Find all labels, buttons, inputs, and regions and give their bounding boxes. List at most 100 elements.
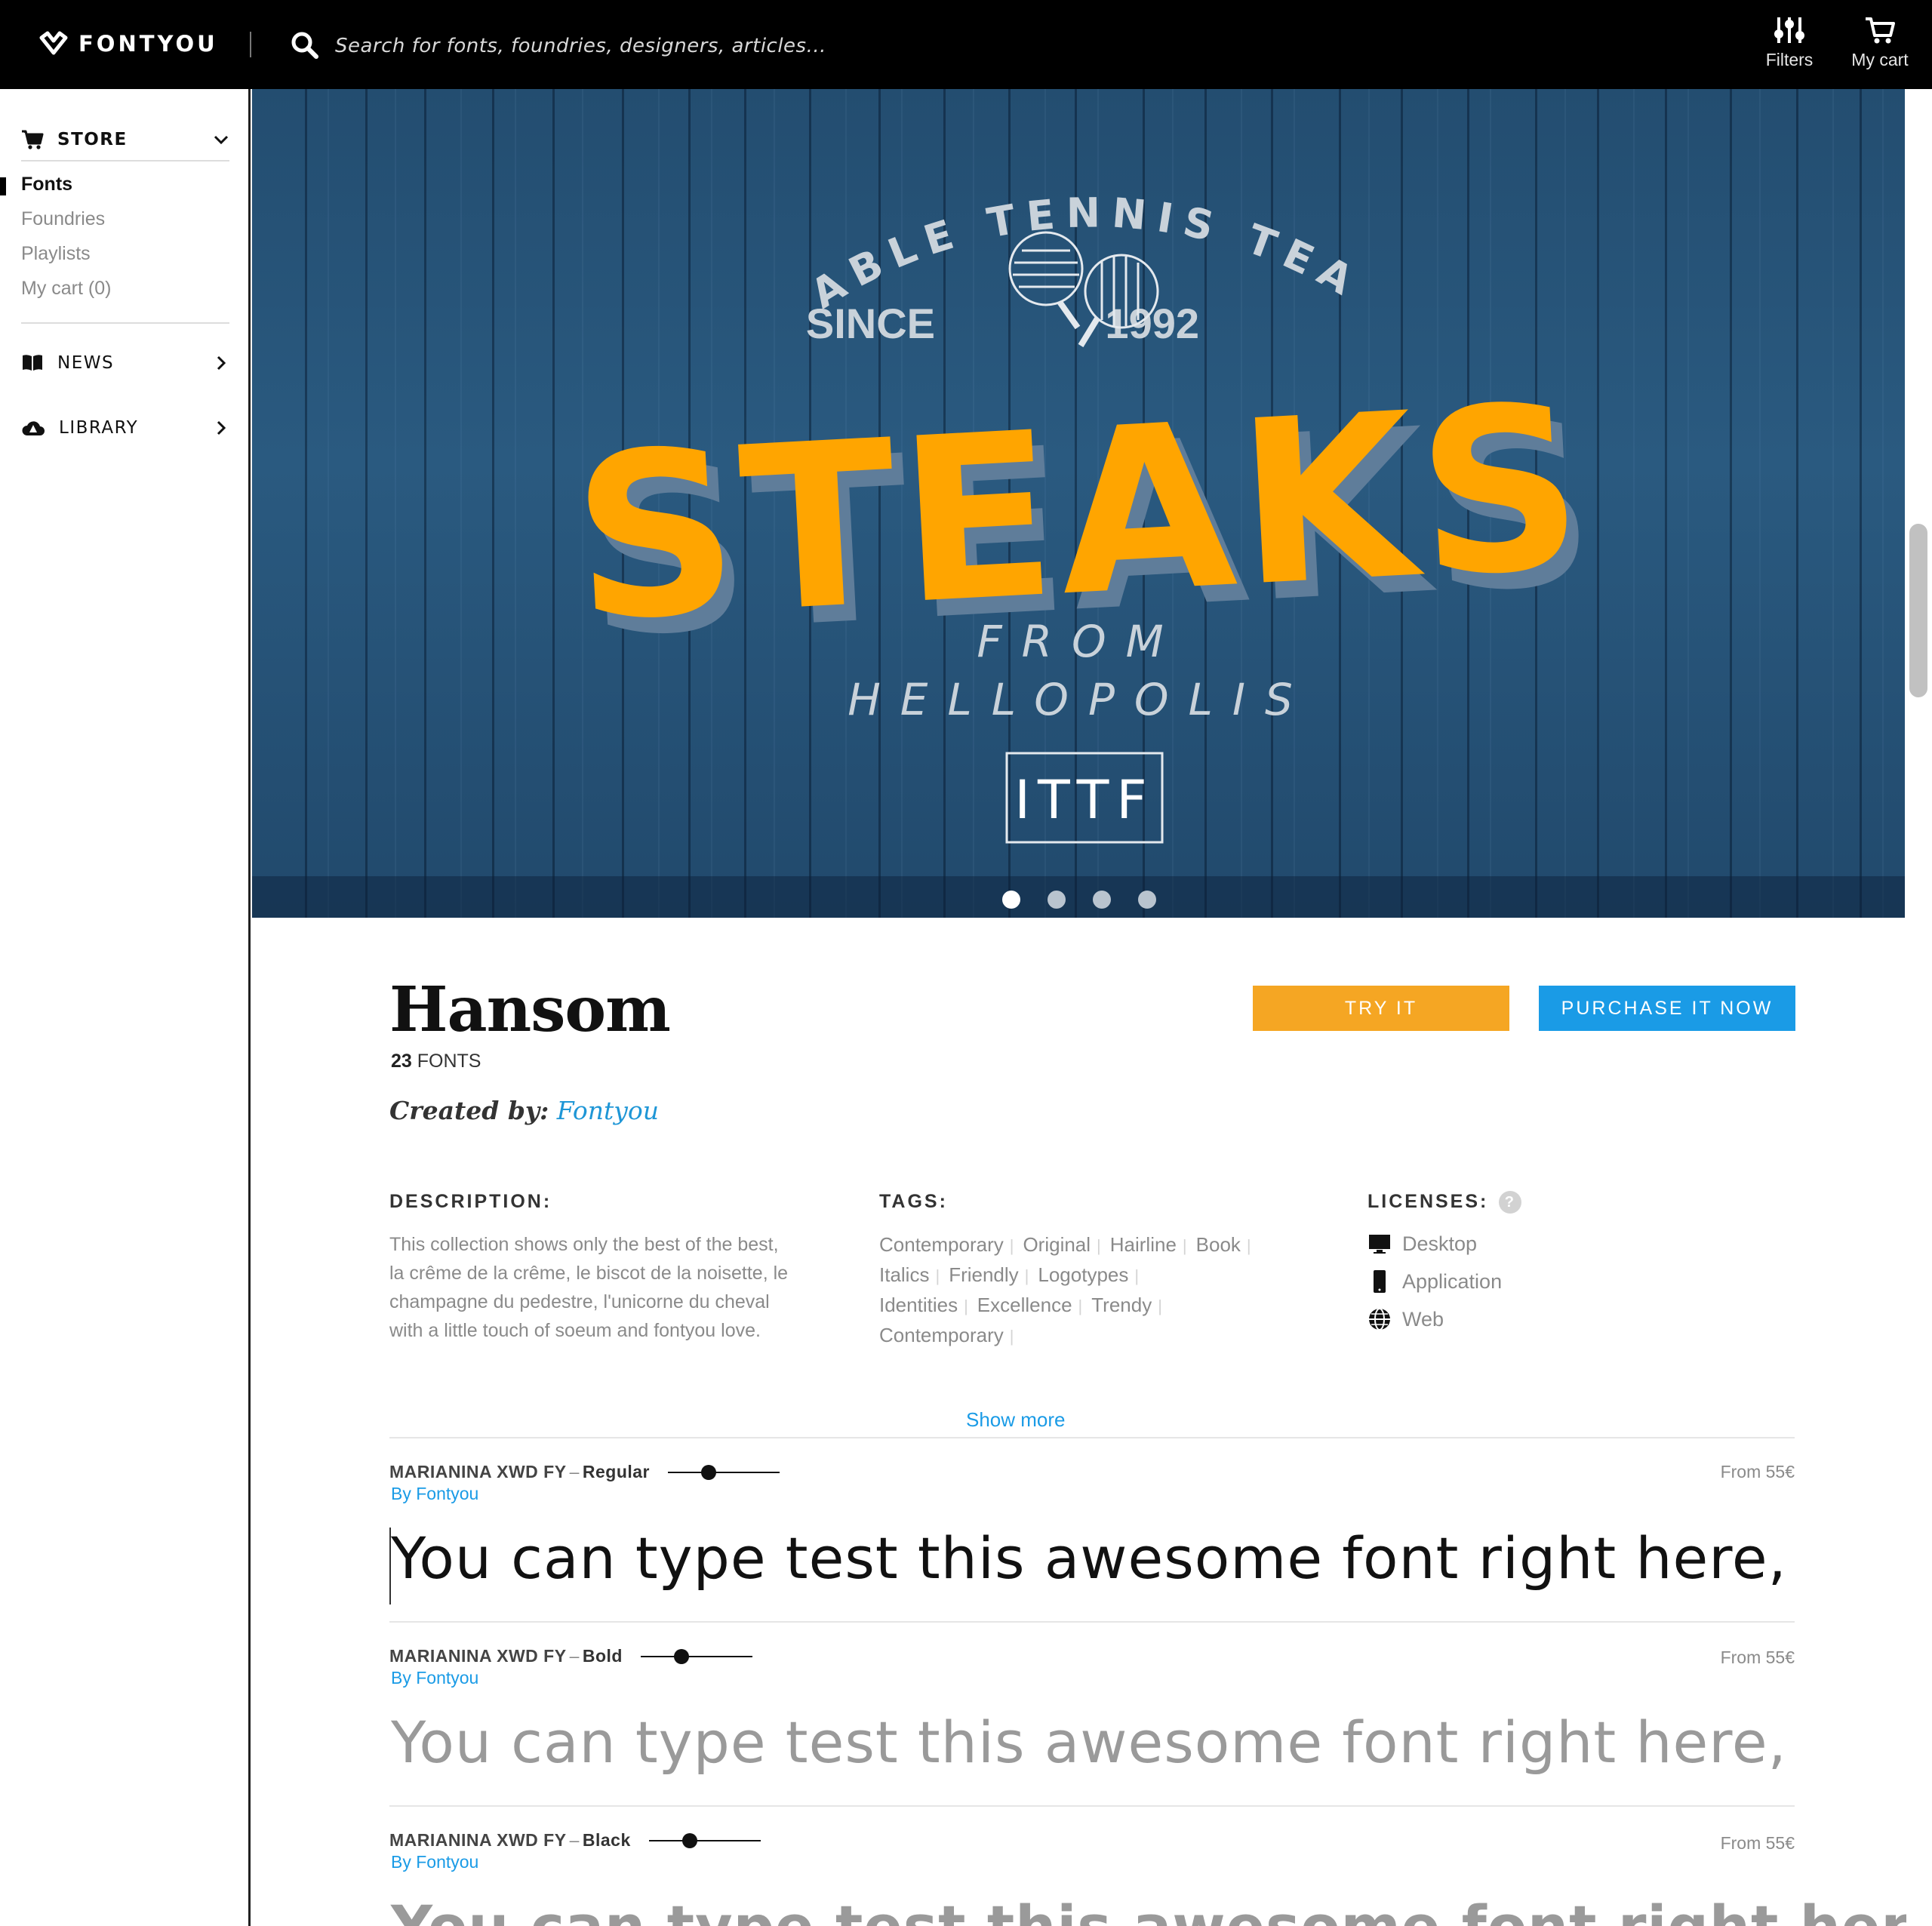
desktop-icon <box>1369 1235 1390 1254</box>
hero-city: HELLOPOLIS <box>848 674 1312 725</box>
variant-separator: – <box>569 1646 580 1666</box>
variant-family: MARIANINA XWD FY <box>389 1462 567 1481</box>
chevron-down-icon <box>214 135 229 145</box>
book-icon <box>23 355 42 371</box>
variant-price: From 55€ <box>1720 1462 1795 1481</box>
store-section-toggle[interactable]: STORE <box>21 121 229 158</box>
tag-link[interactable]: Contemporary <box>879 1230 1021 1260</box>
filters-button[interactable]: Filters <box>1748 15 1831 70</box>
divider <box>389 1805 1795 1807</box>
variant-weight: Black <box>582 1830 631 1850</box>
filters-icon <box>1774 17 1804 43</box>
created-by: Created by: Fontyou <box>389 1096 659 1125</box>
purchase-button[interactable]: PURCHASE IT NOW <box>1539 986 1795 1031</box>
license-desktop[interactable]: Desktop <box>1367 1232 1477 1256</box>
type-test-field[interactable]: You can type test this awesome font righ… <box>391 1524 1787 1592</box>
slider-knob[interactable] <box>681 1832 697 1848</box>
tag-link[interactable]: Italics <box>879 1260 947 1291</box>
tag-link[interactable]: Trendy <box>1091 1291 1170 1321</box>
help-icon[interactable]: ? <box>1499 1191 1522 1214</box>
license-desktop-label: Desktop <box>1402 1232 1478 1255</box>
tag-link[interactable]: Original <box>1023 1230 1108 1260</box>
header-divider <box>250 32 251 57</box>
tag-row: ItalicsFriendlyLogotypes <box>879 1260 1287 1291</box>
slider-knob[interactable] <box>701 1464 717 1480</box>
cart-icon <box>22 130 44 149</box>
my-cart-label: My cart <box>1851 50 1909 69</box>
variant-name: MARIANINA XWD FY – Regular <box>389 1462 780 1482</box>
search-input[interactable] <box>335 27 939 65</box>
type-test-field[interactable]: You can type test this awesome font righ… <box>391 1893 1910 1926</box>
font-title: Hansom <box>389 974 671 1046</box>
type-test-field[interactable]: You can type test this awesome font righ… <box>391 1709 1787 1776</box>
hero-year: 1992 <box>1105 300 1199 347</box>
carousel-dot[interactable] <box>1093 891 1111 909</box>
variant-weight: Regular <box>582 1462 651 1481</box>
tag-row: IdentitiesExcellenceTrendy <box>879 1291 1287 1321</box>
variant-family: MARIANINA XWD FY <box>389 1830 567 1850</box>
sidebar-divider <box>21 160 229 162</box>
tag-link[interactable]: Friendly <box>949 1260 1036 1291</box>
phone-icon <box>1374 1270 1386 1293</box>
store-label: STORE <box>57 130 128 149</box>
size-slider[interactable] <box>668 1463 780 1481</box>
tag-row: Contemporary <box>879 1321 1287 1351</box>
hero-carousel[interactable]: TABLE TENNIS TEAM SINCE 1992 STEAKS STEA… <box>252 89 1905 918</box>
filters-label: Filters <box>1765 50 1814 69</box>
divider <box>389 1437 1795 1438</box>
search-icon[interactable] <box>290 30 320 60</box>
tags-heading: TAGS: <box>879 1191 948 1212</box>
tag-link[interactable]: Identities <box>879 1291 976 1321</box>
tag-link[interactable]: Book <box>1196 1230 1259 1260</box>
active-indicator <box>0 177 6 195</box>
show-more-link[interactable]: Show more <box>966 1408 1066 1432</box>
variant-author-link[interactable]: By Fontyou <box>391 1852 478 1872</box>
sidebar: STORE Fonts Foundries Playlists My cart … <box>0 89 251 1926</box>
carousel-dot[interactable] <box>1138 891 1156 909</box>
divider <box>389 1621 1795 1623</box>
licenses-heading: LICENSES: ? <box>1367 1191 1522 1214</box>
carousel-dot[interactable] <box>1002 891 1020 909</box>
tag-link[interactable]: Excellence <box>977 1291 1090 1321</box>
sidebar-item-fonts[interactable]: Fonts <box>21 174 72 195</box>
fontyou-logo[interactable]: FONTYOU <box>39 30 218 57</box>
variant-author-link[interactable]: By Fontyou <box>391 1668 478 1688</box>
carousel-dot[interactable] <box>1048 891 1066 909</box>
tag-list: ContemporaryOriginalHairlineBookItalicsF… <box>879 1230 1287 1351</box>
slider-knob[interactable] <box>673 1648 689 1664</box>
sidebar-item-playlists[interactable]: Playlists <box>21 243 91 265</box>
variant-author-link[interactable]: By Fontyou <box>391 1484 478 1504</box>
hero-from: FROM <box>977 616 1183 667</box>
tag-link[interactable]: Contemporary <box>879 1321 1021 1351</box>
sidebar-item-my-cart[interactable]: My cart (0) <box>21 278 111 300</box>
top-bar: FONTYOU Filters My cart <box>0 0 1932 89</box>
try-it-button[interactable]: TRY IT <box>1253 986 1509 1031</box>
variant-separator: – <box>569 1830 580 1850</box>
news-section-toggle[interactable]: NEWS <box>21 344 229 382</box>
scrollbar-thumb[interactable] <box>1909 524 1927 697</box>
cart-icon <box>1866 17 1895 44</box>
description-heading: DESCRIPTION: <box>389 1191 552 1212</box>
hero-badge: ITTF <box>1014 769 1154 831</box>
license-application-label: Application <box>1402 1269 1503 1293</box>
font-count-label: FONTS <box>417 1051 481 1072</box>
license-web-label: Web <box>1402 1307 1444 1331</box>
tag-link[interactable]: Hairline <box>1110 1230 1195 1260</box>
font-count-number: 23 <box>391 1051 412 1072</box>
variant-separator: – <box>569 1462 580 1481</box>
variant-name: MARIANINA XWD FY – Bold <box>389 1646 752 1666</box>
hero-since: SINCE <box>806 300 935 347</box>
size-slider[interactable] <box>648 1832 761 1850</box>
tag-link[interactable]: Logotypes <box>1038 1260 1146 1291</box>
license-web[interactable]: Web <box>1367 1307 1444 1331</box>
library-section-toggle[interactable]: LIBRARY <box>21 409 229 447</box>
creator-link[interactable]: Fontyou <box>557 1096 659 1125</box>
chevron-right-icon <box>217 355 226 371</box>
scrollbar-track[interactable] <box>1906 89 1932 1926</box>
size-slider[interactable] <box>640 1648 752 1666</box>
variant-family: MARIANINA XWD FY <box>389 1646 567 1666</box>
license-application[interactable]: Application <box>1367 1269 1502 1294</box>
my-cart-button[interactable]: My cart <box>1838 15 1921 70</box>
sidebar-item-foundries[interactable]: Foundries <box>21 208 105 230</box>
variant-price: From 55€ <box>1720 1648 1795 1667</box>
